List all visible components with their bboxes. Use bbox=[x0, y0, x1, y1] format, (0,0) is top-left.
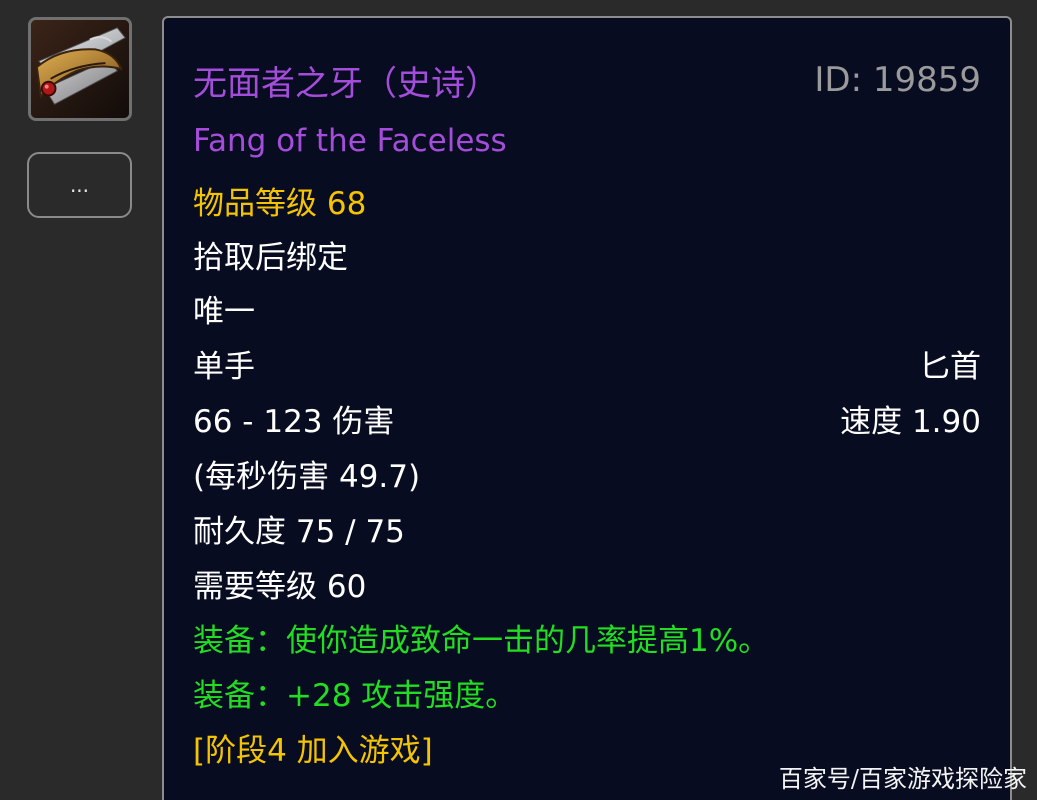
damage-row: 66 - 123 伤害 速度 1.90 bbox=[193, 396, 981, 440]
required-level-text: 需要等级 60 bbox=[193, 568, 367, 605]
equip-effect-attack-power: 装备：+28 攻击强度。 bbox=[193, 677, 517, 714]
equip-effect-row: 装备：+28 攻击强度。 bbox=[193, 670, 981, 714]
item-level-row: 物品等级 68 bbox=[193, 178, 981, 222]
item-name-en: Fang of the Faceless bbox=[193, 123, 507, 159]
equip-effect-row: 装备：使你造成致命一击的几率提高1%。 bbox=[193, 615, 981, 659]
dps-row: (每秒伤害 49.7) bbox=[193, 451, 981, 495]
speed-text: 速度 1.90 bbox=[840, 403, 981, 440]
binding-text: 拾取后绑定 bbox=[193, 239, 348, 276]
item-icon-slot[interactable] bbox=[28, 17, 132, 121]
item-id: ID: 19859 bbox=[814, 60, 981, 100]
unique-row: 唯一 bbox=[193, 286, 981, 330]
title-row: 无面者之牙（史诗） ID: 19859 bbox=[193, 58, 981, 104]
required-level-row: 需要等级 60 bbox=[193, 561, 981, 605]
watermark: 百家号/百家游戏探险家 bbox=[778, 765, 1027, 793]
phase-text: [阶段4 加入游戏] bbox=[193, 732, 433, 769]
damage-text: 66 - 123 伤害 bbox=[193, 403, 395, 440]
durability-row: 耐久度 75 / 75 bbox=[193, 506, 981, 550]
durability-text: 耐久度 75 / 75 bbox=[193, 513, 405, 550]
dagger-icon bbox=[31, 20, 129, 118]
item-name-cn: 无面者之牙（史诗） bbox=[193, 63, 499, 104]
item-tooltip: 无面者之牙（史诗） ID: 19859 Fang of the Faceless… bbox=[162, 16, 1012, 800]
weapon-type-text: 匕首 bbox=[919, 348, 981, 385]
item-viewer: ... 无面者之牙（史诗） ID: 19859 Fang of the Face… bbox=[0, 0, 1037, 800]
more-options-button[interactable]: ... bbox=[27, 152, 132, 218]
slot-row: 单手 匕首 bbox=[193, 341, 981, 385]
dps-text: (每秒伤害 49.7) bbox=[193, 458, 421, 495]
unique-text: 唯一 bbox=[193, 293, 255, 330]
slot-text: 单手 bbox=[193, 348, 255, 385]
binding-row: 拾取后绑定 bbox=[193, 232, 981, 276]
english-name-row: Fang of the Faceless bbox=[193, 119, 981, 163]
item-level: 物品等级 68 bbox=[193, 185, 367, 222]
equip-effect-crit: 装备：使你造成致命一击的几率提高1%。 bbox=[193, 622, 770, 659]
